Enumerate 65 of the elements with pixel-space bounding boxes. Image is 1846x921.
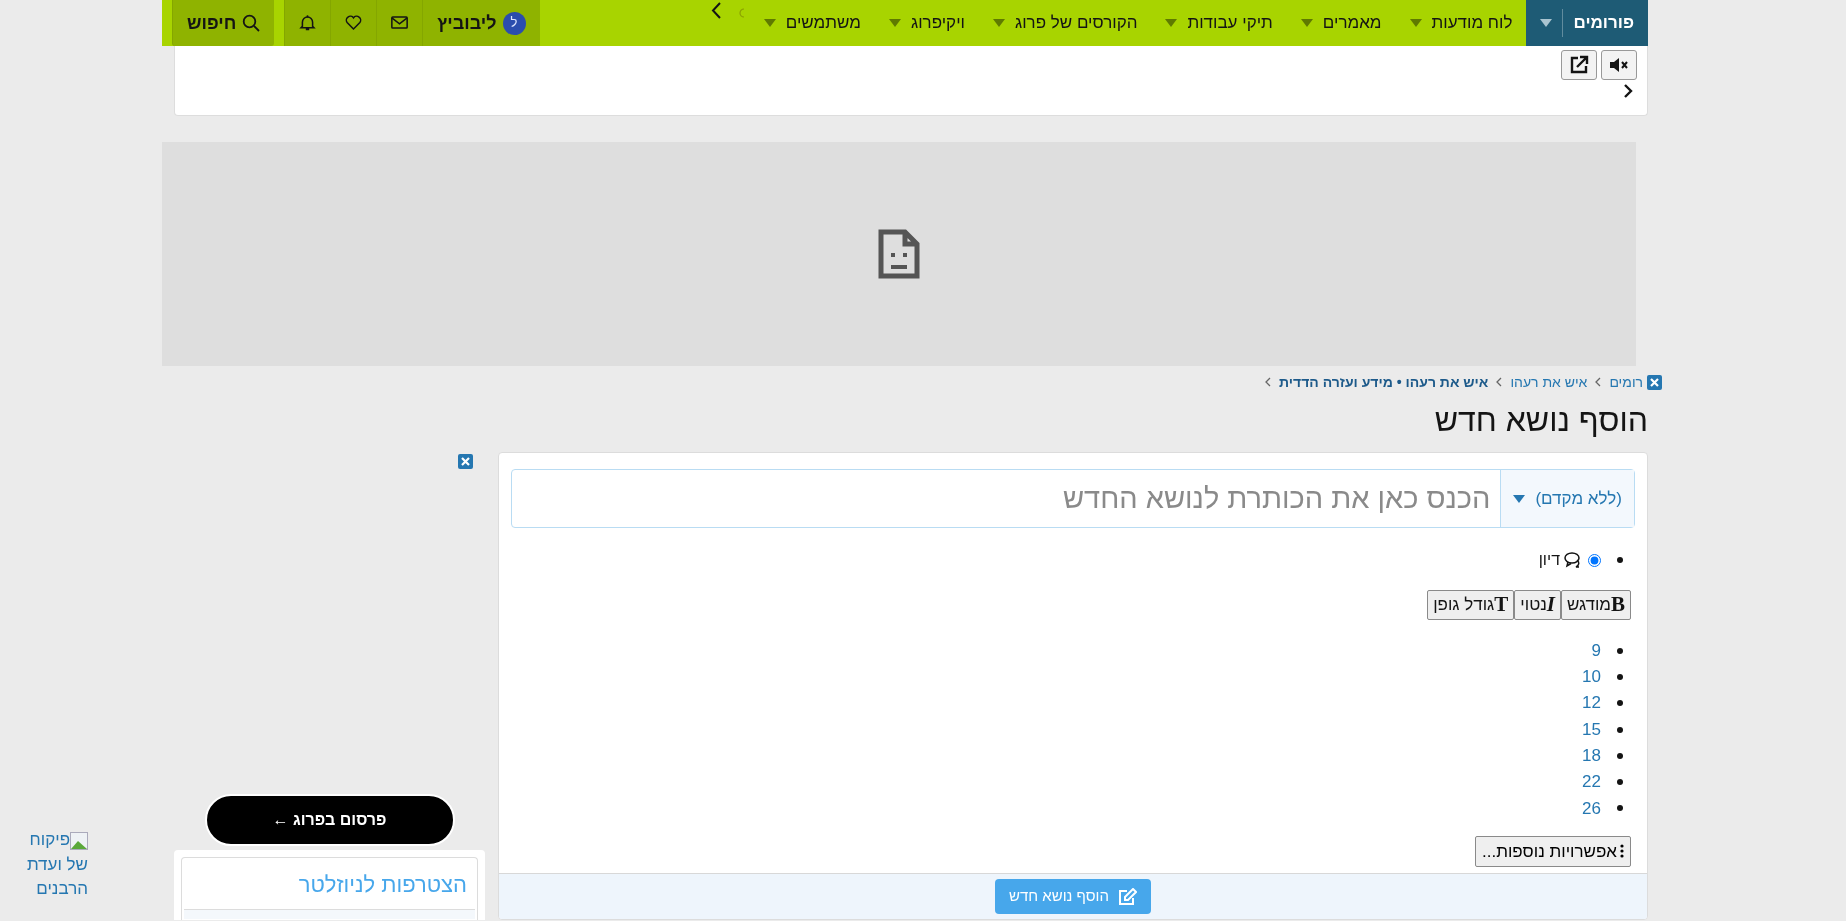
caret-icon [1300,19,1313,27]
mute-icon [1609,57,1629,73]
external-link-icon [1569,55,1589,75]
font-size-link[interactable]: 18 [1582,743,1601,769]
nav-tab[interactable]: תיקי עבודות [1151,0,1287,46]
font-size-link[interactable]: 9 [1591,637,1601,664]
radio-button[interactable] [1588,553,1601,567]
prefix-dropdown[interactable]: (ללא מקדם) [1500,470,1634,527]
font-size-link[interactable]: 15 [1582,716,1601,743]
bullet-icon [1617,805,1623,812]
nav-tab[interactable]: פורומים [1526,0,1648,46]
nav-tab[interactable]: משתמשים [749,0,875,46]
caret-icon [888,19,901,27]
chevron-icon [1595,377,1602,387]
nav-tab[interactable]: לוח מודעות [1395,0,1527,46]
search-icon [242,14,261,32]
heart-icon[interactable] [345,13,363,33]
external-link-button[interactable] [1561,50,1597,80]
breadcrumb-link[interactable]: רומים [1609,371,1643,393]
user-menu[interactable]: ל ליבוביץ [422,0,540,46]
font-size-link[interactable]: 10 [1582,664,1601,690]
caret-icon [1409,19,1422,27]
side-link[interactable]: פיקוח של ועדת הרבנים [12,828,88,902]
newsletter-title: הצטרפות לניוזלטר [297,871,468,899]
page-title: הוסף נושא חדש [1433,401,1648,440]
nav-tab[interactable]: הקורסים של פרוג [978,0,1152,46]
chevron-icon [1496,377,1503,387]
broken-file-icon [878,229,920,279]
more-icon [1620,844,1624,859]
mute-button[interactable] [1601,50,1637,80]
caret-icon [763,19,776,27]
bullet-icon [1617,700,1623,707]
caret-icon [992,19,1005,27]
bullet-icon [1617,673,1623,680]
chevron-right-icon[interactable] [1623,84,1633,98]
radio-option[interactable]: דיון [1538,548,1601,572]
edit-icon [1117,887,1137,906]
breadcrumb-link[interactable]: איש את רעהו • מידע ועזרה הדדית [1279,371,1489,393]
bullet-icon [1617,779,1623,786]
title-input-group[interactable]: (ללא מקדם) הכנס כאן את הכותרת לנושא החדש [511,469,1635,528]
bullet-icon [1617,647,1623,654]
chevron-icon [1265,377,1272,387]
search-button[interactable]: חיפוש [172,0,275,46]
bullet-icon [1617,557,1623,563]
promo-button[interactable]: פרסום בפרוג ← [204,794,455,846]
font-size-link[interactable]: 26 [1582,795,1601,822]
bullet-icon [1617,752,1623,759]
more-options-button[interactable]: אפשרויות נוספות... [1475,835,1631,868]
title-input[interactable]: הכנס כאן את הכותרת לנושא החדש [512,470,1501,527]
caret-icon [1165,19,1178,27]
chevron-left-icon[interactable] [710,2,722,19]
caret-icon [1540,19,1553,27]
bullet-icon [1617,726,1623,733]
bell-icon[interactable] [299,13,317,33]
caret-icon [1513,494,1526,503]
font-size-link[interactable]: 12 [1582,690,1601,716]
font-size-link[interactable]: 22 [1582,769,1601,795]
loading-icon [737,8,746,18]
avatar: ל [502,11,526,35]
broken-image-icon [70,831,88,850]
close-icon[interactable] [458,454,473,469]
nav-tab[interactable]: מאמרים [1286,0,1396,46]
close-icon[interactable] [1647,374,1662,390]
nav-tab[interactable]: ויקיפרוג [874,0,979,46]
breadcrumb-link[interactable]: איש את רעהו [1510,371,1588,393]
